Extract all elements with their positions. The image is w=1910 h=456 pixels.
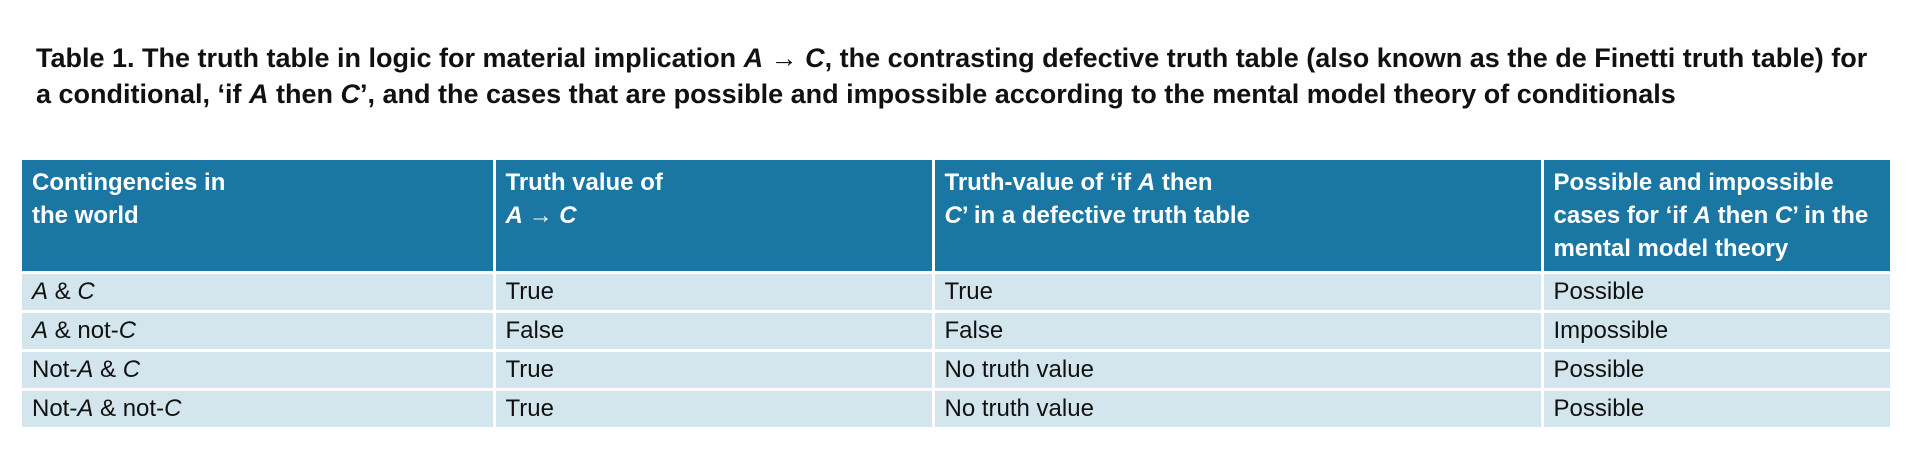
caption-var-c: C xyxy=(340,79,361,109)
caption-label: Table 1. xyxy=(36,43,135,73)
table-caption: Table 1. The truth table in logic for ma… xyxy=(36,40,1886,112)
caption-var-a: A xyxy=(743,43,764,73)
cell-defective-value: False xyxy=(933,311,1544,352)
caption-var-a: A xyxy=(249,79,269,109)
cell-material-value: True xyxy=(494,350,935,391)
table-row: Not-A & C True No truth value Possible xyxy=(22,350,1890,391)
header-material-implication: Truth value of A → C xyxy=(494,160,935,274)
cell-model-case: Possible xyxy=(1542,389,1890,427)
cell-defective-value: True xyxy=(933,272,1544,313)
header-mental-model: Possible and impossible cases for ‘if A … xyxy=(1542,160,1890,274)
caption-arrow: → xyxy=(763,43,806,73)
cell-model-case: Possible xyxy=(1542,272,1890,313)
caption-var-c: C xyxy=(805,43,825,73)
cell-model-case: Impossible xyxy=(1542,311,1890,352)
truth-table: Contingencies in the world Truth value of… xyxy=(22,160,1890,427)
cell-defective-value: No truth value xyxy=(933,389,1544,427)
table-row: A & not-C False False Impossible xyxy=(22,311,1890,352)
cell-material-value: False xyxy=(494,311,935,352)
header-defective-truth-table: Truth-value of ‘if A then C’ in a defecti… xyxy=(933,160,1544,274)
cell-material-value: True xyxy=(494,272,935,313)
cell-model-case: Possible xyxy=(1542,350,1890,391)
caption-text: ’, and the cases that are possible and i… xyxy=(360,79,1676,109)
cell-material-value: True xyxy=(494,389,935,427)
header-row: Contingencies in the world Truth value of… xyxy=(22,160,1890,274)
cell-contingency: A & C xyxy=(22,272,496,313)
table-row: Not-A & not-C True No truth value Possib… xyxy=(22,389,1890,427)
caption-text: then xyxy=(268,79,341,109)
cell-contingency: Not-A & not-C xyxy=(22,389,496,427)
cell-contingency: A & not-C xyxy=(22,311,496,352)
header-contingencies: Contingencies in the world xyxy=(22,160,496,274)
cell-defective-value: No truth value xyxy=(933,350,1544,391)
cell-contingency: Not-A & C xyxy=(22,350,496,391)
table-row: A & C True True Possible xyxy=(22,272,1890,313)
caption-text: The truth table in logic for material im… xyxy=(134,43,744,73)
